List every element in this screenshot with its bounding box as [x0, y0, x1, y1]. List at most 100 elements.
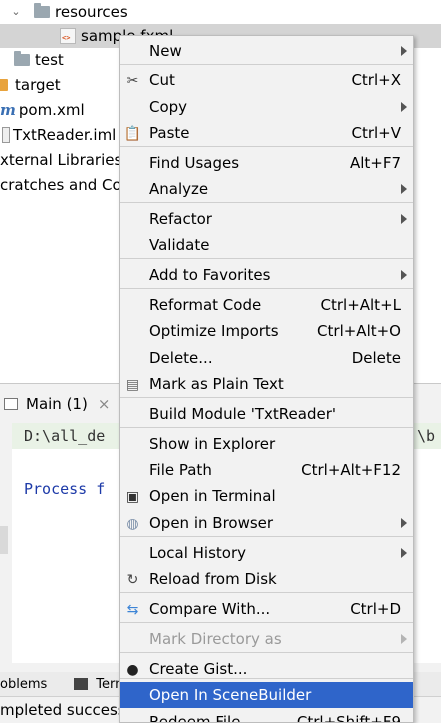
- menu-item-mark-directory-as: Mark Directory as: [120, 626, 413, 652]
- submenu-arrow-icon: [401, 634, 407, 644]
- menu-item-shortcut: Ctrl+Alt+O: [317, 322, 401, 340]
- run-config-icon: [4, 398, 18, 410]
- menu-item-add-to-favorites[interactable]: Add to Favorites: [120, 262, 413, 288]
- menu-item-label: Build Module 'TxtReader': [149, 405, 336, 423]
- console-process-line: Process f: [24, 480, 106, 498]
- menu-item-local-history[interactable]: Local History: [120, 540, 413, 566]
- menu-item-validate[interactable]: Validate: [120, 232, 413, 258]
- menu-item-label: Validate: [149, 236, 210, 254]
- menu-item-redeem-file[interactable]: Redeem File Ctrl+Shift+F9: [120, 709, 413, 723]
- folder-icon: [0, 79, 8, 91]
- tree-item-label: resources: [55, 3, 128, 21]
- menu-item-label: Cut: [149, 71, 175, 89]
- menu-item-label: Redeem File: [149, 713, 241, 723]
- fxml-file-icon: <>: [60, 28, 76, 44]
- menu-item-open-in-terminal[interactable]: ▣ Open in Terminal: [120, 483, 413, 509]
- menu-item-refactor[interactable]: Refactor: [120, 206, 413, 232]
- menu-item-mark-as-plain-text[interactable]: ▤ Mark as Plain Text: [120, 371, 413, 397]
- menu-item-label: File Path: [149, 461, 212, 479]
- menu-item-label: Mark Directory as: [149, 630, 282, 648]
- maven-file-icon: m: [0, 101, 16, 119]
- menu-separator: [120, 258, 413, 259]
- menu-item-shortcut: Ctrl+V: [351, 124, 401, 142]
- tree-item-target[interactable]: target: [0, 73, 61, 97]
- status-text: mpleted success: [0, 701, 126, 719]
- menu-item-label: Reload from Disk: [149, 570, 277, 588]
- menu-item-shortcut: Ctrl+Alt+L: [320, 296, 402, 314]
- submenu-arrow-icon: [401, 518, 407, 528]
- menu-item-copy[interactable]: Copy: [120, 94, 413, 120]
- menu-item-label: Paste: [149, 124, 190, 142]
- folder-icon: [34, 3, 50, 18]
- tree-item-test[interactable]: test: [14, 48, 64, 72]
- menu-item-file-path[interactable]: File Path Ctrl+Alt+F12: [120, 457, 413, 483]
- menu-item-delete[interactable]: Delete... Delete: [120, 345, 413, 371]
- menu-item-build-module-txtreader[interactable]: Build Module 'TxtReader': [120, 401, 413, 427]
- tree-item-label: target: [15, 76, 61, 94]
- tree-item-pom[interactable]: m pom.xml: [0, 98, 85, 122]
- menu-item-paste[interactable]: 📋 Paste Ctrl+V: [120, 120, 413, 146]
- console-line-end: \b: [416, 427, 435, 445]
- menu-item-label: Refactor: [149, 210, 212, 228]
- tree-item-label: cratches and Cor: [0, 176, 128, 194]
- menu-item-create-gist[interactable]: ● Create Gist...: [120, 656, 413, 682]
- menu-item-label: Delete...: [149, 349, 213, 367]
- globe-icon: ◍: [126, 515, 139, 532]
- menu-item-shortcut: Ctrl+Shift+F9: [296, 713, 401, 723]
- fxml-icon-text: <>: [62, 34, 71, 42]
- menu-item-reformat-code[interactable]: Reformat Code Ctrl+Alt+L: [120, 292, 413, 318]
- menu-item-open-in-browser[interactable]: ◍ Open in Browser: [120, 510, 413, 536]
- menu-item-label: Create Gist...: [149, 660, 248, 678]
- menu-item-label: New: [149, 42, 182, 60]
- menu-item-label: Open in Terminal: [149, 487, 276, 505]
- compare-icon: ⇆: [126, 601, 139, 618]
- menu-item-analyze[interactable]: Analyze: [120, 176, 413, 202]
- menu-item-find-usages[interactable]: Find Usages Alt+F7: [120, 150, 413, 176]
- tab-main-label: Main (1): [26, 395, 88, 413]
- menu-item-label: Copy: [149, 98, 188, 116]
- tree-item-iml[interactable]: TxtReader.iml: [2, 123, 116, 147]
- menu-item-show-in-explorer[interactable]: Show in Explorer: [120, 431, 413, 457]
- menu-item-label: Reformat Code: [149, 296, 262, 314]
- menu-item-label: Show in Explorer: [149, 435, 276, 453]
- tree-item-label: test: [35, 51, 64, 69]
- terminal-icon: ▣: [125, 488, 140, 505]
- console-line-start: D:\all_de: [24, 427, 106, 445]
- chevron-down-icon[interactable]: ⌄: [10, 6, 22, 18]
- module-file-icon: [2, 127, 10, 143]
- folder-icon: [14, 51, 30, 66]
- tree-item-label: TxtReader.iml: [13, 126, 117, 144]
- menu-separator: [120, 146, 413, 147]
- tree-item-scratches[interactable]: cratches and Cor: [0, 173, 128, 197]
- scissors-icon: ✂: [126, 72, 139, 89]
- menu-item-shortcut: Ctrl+X: [351, 71, 401, 89]
- close-icon[interactable]: ×: [98, 395, 111, 413]
- menu-item-compare-with[interactable]: ⇆ Compare With... Ctrl+D: [120, 596, 413, 622]
- menu-item-reload-from-disk[interactable]: ↻ Reload from Disk: [120, 566, 413, 592]
- submenu-arrow-icon: [401, 46, 407, 56]
- menu-item-shortcut: Delete: [351, 349, 401, 367]
- menu-separator: [120, 622, 413, 623]
- tree-item-label: pom.xml: [18, 101, 85, 119]
- menu-separator: [120, 202, 413, 203]
- menu-item-shortcut: Alt+F7: [349, 154, 401, 172]
- tree-item-external-libraries[interactable]: xternal Libraries: [0, 148, 122, 172]
- submenu-arrow-icon: [401, 214, 407, 224]
- menu-item-optimize-imports[interactable]: Optimize Imports Ctrl+Alt+O: [120, 318, 413, 344]
- tab-main[interactable]: Main (1) ×: [0, 384, 110, 424]
- tree-item-resources[interactable]: ⌄ resources: [10, 0, 128, 24]
- submenu-arrow-icon: [401, 102, 407, 112]
- problems-tool-button[interactable]: oblems: [0, 677, 47, 692]
- clipboard-icon: 📋: [123, 125, 142, 142]
- context-menu: New ✂ Cut Ctrl+X Copy 📋 Paste Ctrl+V Find Usages…: [119, 35, 414, 723]
- menu-item-label: Analyze: [149, 180, 209, 198]
- submenu-arrow-icon: [401, 270, 407, 280]
- reload-icon: ↻: [126, 571, 139, 588]
- menu-separator: [120, 288, 413, 289]
- menu-item-cut[interactable]: ✂ Cut Ctrl+X: [120, 67, 413, 93]
- menu-item-new[interactable]: New: [120, 38, 413, 64]
- plain-text-icon: ▤: [125, 376, 140, 393]
- console-gutter: [0, 526, 8, 554]
- menu-item-label: Open In SceneBuilder: [149, 686, 312, 704]
- menu-item-open-in-scenebuilder[interactable]: Open In SceneBuilder: [120, 682, 413, 708]
